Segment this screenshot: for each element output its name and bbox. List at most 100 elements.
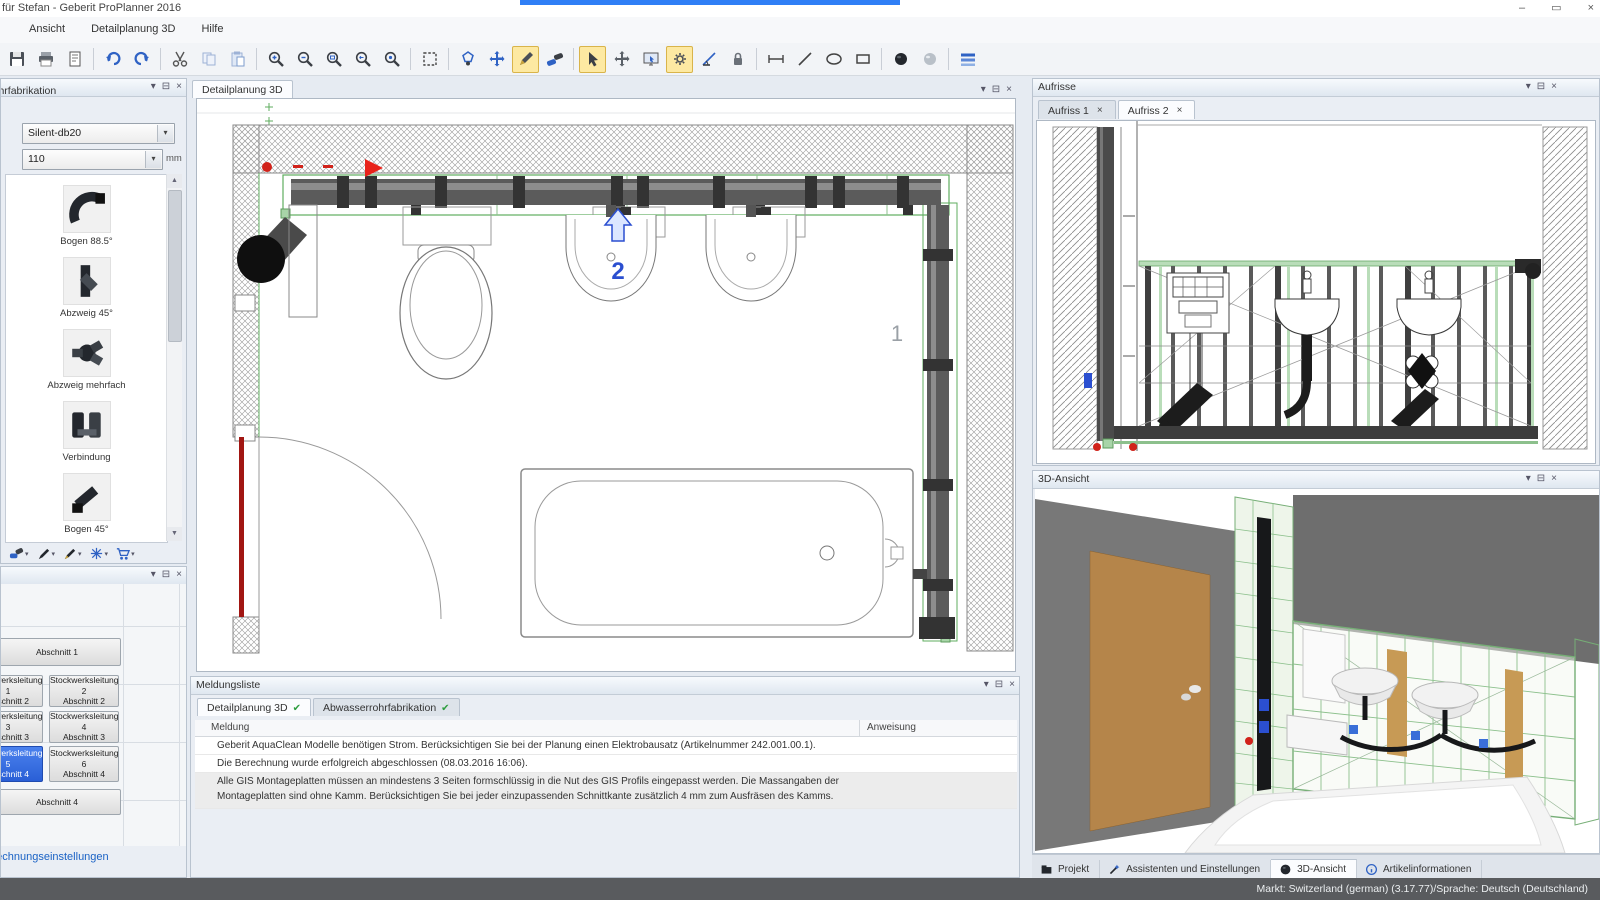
- cut-button[interactable]: [166, 46, 193, 73]
- pin-icon[interactable]: ⊟: [162, 568, 170, 582]
- section-cell[interactable]: Stockwerksleitung 1Abschnitt 2: [1, 675, 43, 707]
- chevron-down-icon[interactable]: ▾: [1526, 80, 1531, 94]
- print-button[interactable]: [32, 46, 59, 73]
- dock-tab-artikelinformationen[interactable]: Artikelinformationen: [1357, 860, 1482, 879]
- render-black-button[interactable]: [887, 46, 914, 73]
- message-tab-abwasserrohrfabrikation[interactable]: Abwasserrohrfabrikation✔: [313, 698, 460, 716]
- save-button[interactable]: [3, 46, 30, 73]
- section-cell[interactable]: Stockwerksleitung 3Abschnitt 3: [1, 711, 43, 743]
- close-icon[interactable]: ×: [1094, 104, 1106, 117]
- pin-icon[interactable]: ⊟: [1537, 80, 1545, 94]
- dimension-angle-button[interactable]: [695, 46, 722, 73]
- orbit-button[interactable]: [454, 46, 481, 73]
- minimize-button[interactable]: –: [1519, 0, 1525, 17]
- draw-line-button[interactable]: [791, 46, 818, 73]
- document-button[interactable]: [61, 46, 88, 73]
- undo-button[interactable]: [99, 46, 126, 73]
- scrollbar-thumb[interactable]: [168, 190, 182, 342]
- close-icon[interactable]: ×: [1551, 472, 1557, 486]
- close-icon[interactable]: ×: [1551, 80, 1557, 94]
- zoom-in-button[interactable]: [262, 46, 289, 73]
- chevron-down-icon[interactable]: ▾: [151, 568, 156, 582]
- chevron-down-icon[interactable]: ▾: [981, 83, 986, 97]
- draw-ellipse-button[interactable]: [820, 46, 847, 73]
- settings-button[interactable]: [666, 46, 693, 73]
- move-button[interactable]: [608, 46, 635, 73]
- redo-button[interactable]: [128, 46, 155, 73]
- view3d-canvas[interactable]: [1035, 489, 1599, 853]
- pipe-system-select[interactable]: Silent-db20 ▾: [22, 123, 175, 144]
- dock-tab-projekt[interactable]: Projekt: [1032, 860, 1100, 879]
- parts-scrollbar[interactable]: ▲ ▼: [166, 174, 182, 541]
- menu-item-detailplanung-3d[interactable]: Detailplanung 3D: [78, 17, 188, 43]
- maximize-button[interactable]: ▭: [1551, 0, 1561, 17]
- part-item-verbindung[interactable]: Verbindung: [6, 401, 167, 463]
- dock-tab-3d-ansicht[interactable]: 3D-Ansicht: [1271, 859, 1357, 879]
- part-item-abzweig-45-[interactable]: Abzweig 45°: [6, 257, 167, 319]
- pen-tool-button[interactable]: ▾: [34, 544, 58, 563]
- chevron-down-icon[interactable]: ▾: [1526, 472, 1531, 486]
- render-gray-button[interactable]: [916, 46, 943, 73]
- close-button[interactable]: ×: [1588, 0, 1594, 17]
- elevation-tab-aufriss-2[interactable]: Aufriss 2×: [1118, 100, 1196, 119]
- floorplan-canvas[interactable]: 2 1: [196, 98, 1016, 672]
- diameter-select[interactable]: 110 ▾: [22, 149, 163, 170]
- pen2-tool-button[interactable]: ▾: [60, 544, 84, 563]
- message-tab-detailplanung-3d[interactable]: Detailplanung 3D✔: [197, 698, 311, 716]
- part-item-bogen-45-[interactable]: Bogen 45°: [6, 473, 167, 535]
- pin-icon[interactable]: ⊟: [995, 678, 1003, 692]
- section-cell[interactable]: Stockwerksleitung 2Abschnitt 2: [49, 675, 119, 707]
- tab-detailplanung-3d[interactable]: Detailplanung 3D: [192, 80, 293, 98]
- close-icon[interactable]: ×: [1006, 83, 1012, 97]
- snap-tool-button[interactable]: ▾: [87, 544, 111, 563]
- zoom-all-button[interactable]: [378, 46, 405, 73]
- lock-button[interactable]: [724, 46, 751, 73]
- calculation-settings-link[interactable]: Berechnungseinstellungen: [1, 851, 109, 863]
- elevation-tab-aufriss-1[interactable]: Aufriss 1×: [1038, 100, 1116, 119]
- scroll-up-icon[interactable]: ▲: [167, 174, 182, 188]
- chevron-down-icon[interactable]: ▾: [157, 125, 173, 142]
- pin-icon[interactable]: ⊟: [1537, 472, 1545, 486]
- close-icon[interactable]: ×: [1009, 678, 1015, 692]
- cart-tool-button[interactable]: ▾: [113, 544, 137, 563]
- copy-button[interactable]: [195, 46, 222, 73]
- zoom-previous-button[interactable]: [349, 46, 376, 73]
- fitting-tool-button[interactable]: ▾: [7, 544, 31, 563]
- draw-rect-button[interactable]: [849, 46, 876, 73]
- close-icon[interactable]: ×: [176, 80, 182, 94]
- layers-button[interactable]: [954, 46, 981, 73]
- section-cell[interactable]: Stockwerksleitung 4Abschnitt 3: [49, 711, 119, 743]
- dock-tab-assistenten-und-einstellungen[interactable]: Assistenten und Einstellungen: [1100, 860, 1271, 879]
- select-button[interactable]: [579, 46, 606, 73]
- menu-item-ansicht[interactable]: Ansicht: [16, 17, 78, 43]
- paste-button[interactable]: [224, 46, 251, 73]
- section-cell[interactable]: Stockwerksleitung 6Abschnitt 4: [49, 746, 119, 782]
- part-item-bogen-88-5-[interactable]: Bogen 88.5°: [6, 185, 167, 247]
- section-cell[interactable]: Stockwerksleitung 5Abschnitt 4: [1, 746, 43, 782]
- measure-button[interactable]: [512, 46, 539, 73]
- chevron-down-icon[interactable]: ▾: [145, 151, 161, 168]
- zoom-window-button[interactable]: [320, 46, 347, 73]
- close-icon[interactable]: ×: [1174, 104, 1186, 117]
- screen-select-button[interactable]: [637, 46, 664, 73]
- zoom-out-button[interactable]: [291, 46, 318, 73]
- pipe-route-button[interactable]: [541, 46, 568, 73]
- message-row[interactable]: Geberit AquaClean Modelle benötigen Stro…: [195, 737, 1017, 755]
- fit-selection-button[interactable]: [416, 46, 443, 73]
- close-icon[interactable]: ×: [176, 568, 182, 582]
- message-row[interactable]: Alle GIS Montageplatten müssen an mindes…: [195, 773, 1017, 809]
- elevation-canvas[interactable]: [1036, 120, 1596, 464]
- pan-button[interactable]: [483, 46, 510, 73]
- part-item-abzweig-mehrfach[interactable]: Abzweig mehrfach: [6, 329, 167, 391]
- chevron-down-icon[interactable]: ▾: [151, 80, 156, 94]
- section-footer-button[interactable]: Abschnitt 4: [1, 789, 121, 815]
- chevron-down-icon[interactable]: ▾: [984, 678, 989, 692]
- dimension-line-button[interactable]: [762, 46, 789, 73]
- menu-item-hilfe[interactable]: Hilfe: [188, 17, 236, 43]
- pin-icon[interactable]: ⊟: [992, 83, 1000, 97]
- pin-icon[interactable]: ⊟: [162, 80, 170, 94]
- scroll-down-icon[interactable]: ▼: [167, 527, 182, 541]
- message-row[interactable]: Die Berechnung wurde erfolgreich abgesch…: [195, 755, 1017, 773]
- message-panel-header: Meldungsliste ▾⊟×: [191, 677, 1019, 695]
- section-header-button[interactable]: Abschnitt 1: [1, 638, 121, 666]
